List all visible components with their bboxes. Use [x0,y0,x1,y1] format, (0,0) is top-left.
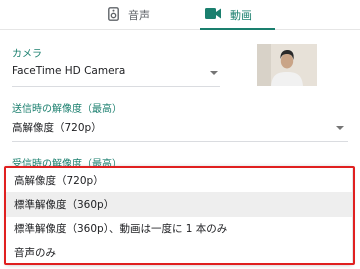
tab-audio-label: 音声 [128,9,150,22]
send-resolution-dropdown-icon[interactable] [336,126,344,130]
camera-select-underline [12,86,220,87]
camera-label: カメラ [12,49,42,60]
menu-item-sd-360p-single-video[interactable]: 標準解像度（360p）、動画は一度に 1 本のみ [6,216,352,241]
menu-item-sd-360p[interactable]: 標準解像度（360p） [6,192,352,217]
tab-video[interactable]: 動画 [205,0,252,30]
send-resolution-select-underline [12,141,348,142]
camera-preview [257,44,317,86]
speaker-icon [108,6,119,24]
send-resolution-select-value[interactable]: 高解像度（720p） [12,120,102,135]
tab-video-label: 動画 [230,9,252,22]
settings-tabs: 音声 動画 [0,0,360,30]
video-camera-icon [205,8,221,22]
active-tab-indicator [200,28,275,30]
menu-item-hd-720p[interactable]: 高解像度（720p） [6,168,352,193]
menu-item-audio-only[interactable]: 音声のみ [6,240,352,265]
camera-dropdown-icon[interactable] [210,71,218,75]
receive-resolution-menu: 高解像度（720p） 標準解像度（360p） 標準解像度（360p）、動画は一度… [6,166,352,264]
tab-audio[interactable]: 音声 [108,0,150,30]
camera-select-value[interactable]: FaceTime HD Camera [12,65,125,77]
send-resolution-label: 送信時の解像度（最高） [12,104,122,115]
